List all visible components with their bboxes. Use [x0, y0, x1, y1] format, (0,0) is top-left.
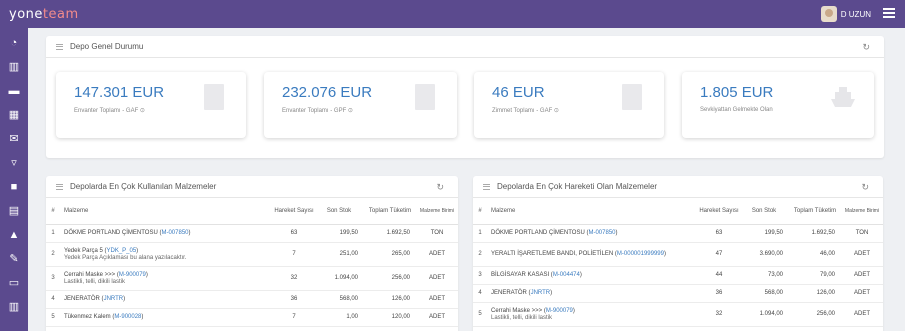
- user-name: D UZUN: [840, 9, 871, 19]
- table-row[interactable]: 2 Yedek Parça 5 (YDK_P_05) Yedek Parça Aç…: [46, 242, 458, 267]
- table-row[interactable]: 1 DÖKME PORTLAND ÇİMENTOSU (M-007850) 63…: [473, 224, 883, 243]
- document-icon: [204, 84, 224, 110]
- table-row[interactable]: 3 Cerrahi Maske >>> (M-900079) Lastikli, …: [46, 266, 458, 291]
- ship-icon: [831, 87, 855, 107]
- col-moves: Hareket Sayısı: [699, 198, 739, 225]
- most-moved-materials-table: # Malzeme Hareket Sayısı Son Stok Toplam…: [473, 198, 883, 327]
- material-code-link[interactable]: M-004474: [553, 272, 580, 278]
- stat-amount: 232.076 EUR: [282, 84, 373, 101]
- hamburger-menu-icon[interactable]: [883, 8, 895, 18]
- table-row[interactable]: 4 JENERATÖR (JNRTR) 36 568,00 126,00 ADE…: [473, 284, 883, 303]
- stat-card-inventory-gpf[interactable]: 232.076 EUR Envanter Toplamı - GPF ⊙: [264, 72, 457, 138]
- panel-title: Depolarda En Çok Kullanılan Malzemeler: [70, 182, 217, 191]
- col-total: Toplam Tüketim: [789, 198, 841, 225]
- col-index: #: [46, 198, 60, 225]
- user-menu[interactable]: D UZUN: [820, 6, 871, 22]
- material-code-link[interactable]: M-900028: [114, 314, 141, 320]
- list-icon: [56, 183, 63, 190]
- most-used-materials-table: # Malzeme Hareket Sayısı Son Stok Toplam…: [46, 198, 458, 327]
- table-row[interactable]: 5 Tükenmez Kalem (M-900028) 7 1,00 120,0…: [46, 308, 458, 327]
- stat-amount: 147.301 EUR: [74, 84, 165, 101]
- material-code-link[interactable]: JNRTR: [104, 296, 124, 302]
- table-row[interactable]: 2 YERALTI İŞARETLEME BANDI, POLİETİLEN (…: [473, 242, 883, 267]
- col-unit: Malzeme Birimi: [841, 198, 883, 225]
- most-moved-materials-panel: Depolarda En Çok Hareketi Olan Malzemele…: [473, 176, 883, 331]
- col-stock: Son Stok: [739, 198, 789, 225]
- stat-card-incoming-shipment[interactable]: 1.805 EUR Sevkiyattan Gelmekte Olan: [682, 72, 874, 138]
- refresh-icon[interactable]: ↻: [861, 182, 869, 193]
- chart-icon[interactable]: ▥: [7, 60, 21, 74]
- stat-label: Envanter Toplamı - GPF ⊙: [282, 108, 353, 114]
- list-icon: [483, 183, 490, 190]
- brand-logo[interactable]: yoneteam: [9, 7, 79, 22]
- col-material: Malzeme: [60, 198, 274, 225]
- material-code-link[interactable]: M-900079: [546, 308, 573, 314]
- top-bar: yoneteam D UZUN: [0, 0, 905, 28]
- table-row[interactable]: 3 BİLGİSAYAR KASASI (M-004474) 44 73,00 …: [473, 266, 883, 285]
- table-row[interactable]: 5 Cerrahi Maske >>> (M-900079) Lastikli, …: [473, 302, 883, 327]
- truck-icon[interactable]: ■: [7, 180, 21, 194]
- stat-card-inventory-gaf[interactable]: 147.301 EUR Envanter Toplamı - GAF ⊙: [56, 72, 246, 138]
- bar-chart-icon[interactable]: ▥: [7, 300, 21, 314]
- table-row[interactable]: 4 JENERATÖR (JNRTR) 36 568,00 126,00 ADE…: [46, 290, 458, 309]
- panel-title: Depolarda En Çok Hareketi Olan Malzemele…: [497, 182, 658, 191]
- col-material: Malzeme: [487, 198, 699, 225]
- material-code-link[interactable]: M-007850: [161, 230, 188, 236]
- col-stock: Son Stok: [314, 198, 364, 225]
- material-code-link[interactable]: M-000001999999: [617, 251, 664, 257]
- stat-amount: 1.805 EUR: [700, 84, 774, 101]
- avatar: [820, 6, 837, 22]
- col-index: #: [473, 198, 487, 225]
- refresh-icon[interactable]: ↻: [436, 182, 444, 193]
- wrench-icon[interactable]: ✎: [7, 252, 21, 266]
- material-code-link[interactable]: M-007850: [588, 230, 615, 236]
- stat-label: Envanter Toplamı - GAF ⊙: [74, 108, 145, 114]
- material-code-link[interactable]: M-900079: [119, 272, 146, 278]
- col-total: Toplam Tüketim: [364, 198, 416, 225]
- panel-title: Depo Genel Durumu: [70, 42, 144, 51]
- document-icon: [415, 84, 435, 110]
- ship-icon[interactable]: ▲: [7, 228, 21, 242]
- cart-icon[interactable]: ▿: [7, 156, 21, 170]
- stat-label: Sevkiyattan Gelmekte Olan: [700, 107, 773, 113]
- document-icon[interactable]: ▤: [7, 204, 21, 218]
- col-moves: Hareket Sayısı: [274, 198, 314, 225]
- folder-icon[interactable]: ▬: [7, 84, 21, 98]
- mail-icon[interactable]: ✉: [7, 132, 21, 146]
- table-row[interactable]: 1 DÖKME PORTLAND ÇİMENTOSU (M-007850) 63…: [46, 224, 458, 243]
- warehouse-status-panel: Depo Genel Durumu ↻ 147.301 EUR Envanter…: [46, 36, 884, 158]
- list-icon: [56, 43, 63, 50]
- sidebar: ◔ ▥ ▬ ▦ ✉ ▿ ■ ▤ ▲ ✎ ▭ ▥: [0, 28, 28, 331]
- most-used-materials-panel: Depolarda En Çok Kullanılan Malzemeler ↻…: [46, 176, 458, 331]
- col-unit: Malzeme Birimi: [416, 198, 458, 225]
- material-code-link[interactable]: YDK_P_05: [106, 248, 136, 254]
- refresh-icon[interactable]: ↻: [862, 42, 870, 53]
- inbox-icon[interactable]: ▭: [7, 276, 21, 290]
- document-icon: [622, 84, 642, 110]
- material-code-link[interactable]: JNRTR: [531, 290, 551, 296]
- calculator-icon[interactable]: ▦: [7, 108, 21, 122]
- dashboard-icon[interactable]: ◔: [7, 36, 21, 50]
- stat-amount: 46 EUR: [492, 84, 545, 101]
- stat-card-assignment-gaf[interactable]: 46 EUR Zimmet Toplamı - GAF ⊙: [474, 72, 664, 138]
- stat-label: Zimmet Toplamı - GAF ⊙: [492, 108, 559, 114]
